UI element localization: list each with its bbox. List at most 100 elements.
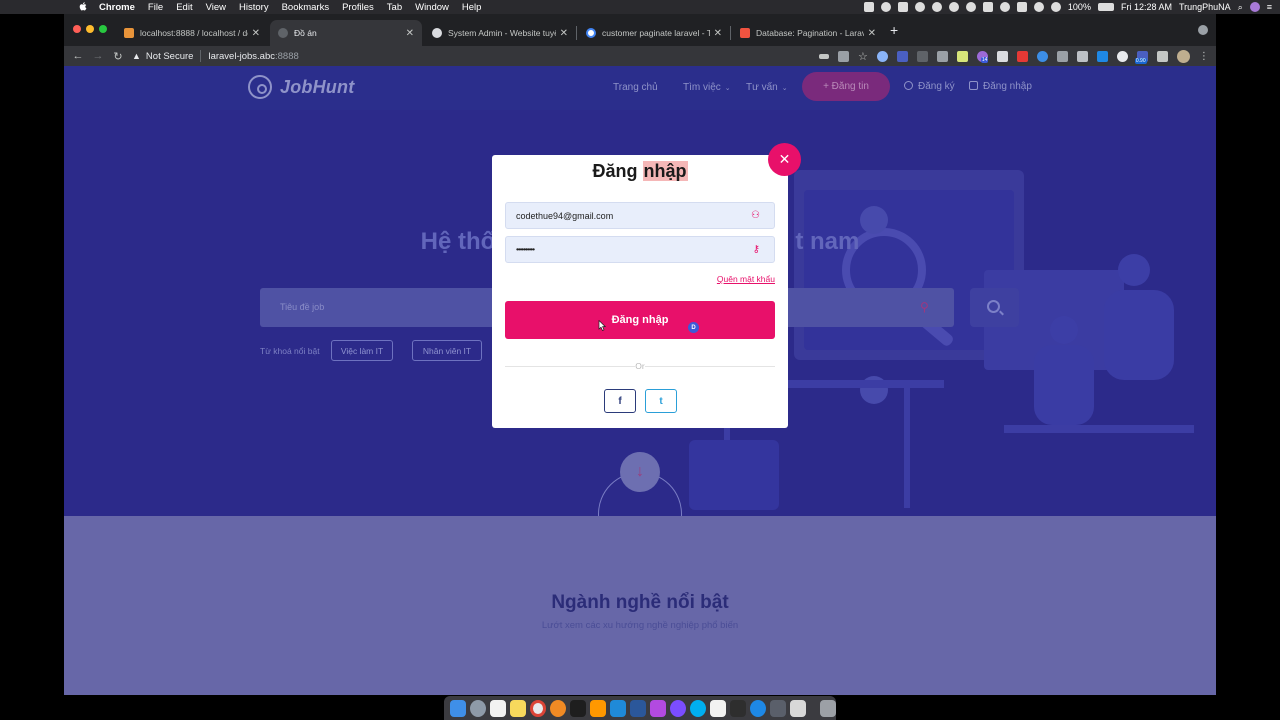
firefox-icon[interactable] xyxy=(550,699,567,717)
tab-system-admin[interactable]: System Admin - Website tuyển ✕ xyxy=(424,20,576,46)
profile-avatar[interactable] xyxy=(1176,50,1190,63)
menu-bookmarks[interactable]: Bookmarks xyxy=(282,2,330,13)
keyword-pill[interactable]: Nhân viên IT xyxy=(412,340,482,361)
status-check-icon[interactable] xyxy=(880,2,891,12)
launchpad-icon[interactable] xyxy=(469,699,486,717)
address-bar[interactable]: ▲ Not Secure laravel-jobs.abc :8888 xyxy=(132,47,822,65)
close-window-icon[interactable] xyxy=(73,25,81,33)
extension-fx-icon[interactable] xyxy=(916,51,928,62)
tab-do-an[interactable]: Đồ án ✕ xyxy=(270,20,422,46)
password-field[interactable]: •••••••••• ⚷ xyxy=(505,236,775,263)
key-icon[interactable] xyxy=(819,54,829,59)
siri-icon[interactable] xyxy=(1249,2,1260,12)
nav-login[interactable]: Đăng nhập xyxy=(969,81,1032,92)
forgot-password-link[interactable]: Quên mật khẩu xyxy=(717,274,775,284)
tab-google-search[interactable]: customer paginate laravel - Tì ✕ xyxy=(578,20,730,46)
menu-profiles[interactable]: Profiles xyxy=(342,2,374,13)
nav-jobs[interactable]: Tìm việc ⌄ xyxy=(683,82,731,93)
extensions-puzzle-icon[interactable] xyxy=(1156,51,1168,62)
menu-window[interactable]: Window xyxy=(415,2,449,13)
skype-icon[interactable] xyxy=(690,699,707,717)
screenshot-icon[interactable] xyxy=(790,699,807,717)
slack-icon[interactable] xyxy=(710,699,727,717)
iterm-icon[interactable] xyxy=(730,699,747,717)
phpstorm-icon[interactable] xyxy=(650,699,667,717)
extension-camera-icon[interactable] xyxy=(996,51,1008,62)
status-gauge-icon[interactable] xyxy=(965,2,976,12)
status-volume-icon[interactable] xyxy=(1016,2,1027,12)
status-dropbox-icon[interactable] xyxy=(999,2,1010,12)
tab-close-icon[interactable]: ✕ xyxy=(714,28,722,39)
translate-icon[interactable] xyxy=(838,51,849,62)
status-e-icon[interactable] xyxy=(897,2,908,12)
twitter-login-button[interactable]: t xyxy=(645,389,677,413)
status-vpn-icon[interactable] xyxy=(914,2,925,12)
extension-d-icon[interactable] xyxy=(896,51,908,62)
status-sync-icon[interactable] xyxy=(931,2,942,12)
extension-sync-icon[interactable] xyxy=(876,51,888,62)
search-button[interactable] xyxy=(970,288,1019,327)
adblock-icon[interactable] xyxy=(1016,51,1028,62)
menubar-clock[interactable]: Fri 12:28 AM xyxy=(1121,2,1172,12)
control-center-icon[interactable]: ≡ xyxy=(1267,2,1272,12)
menu-tab[interactable]: Tab xyxy=(387,2,402,13)
reload-button[interactable]: ↻ xyxy=(108,50,128,63)
calendar-icon[interactable] xyxy=(489,699,506,717)
menu-view[interactable]: View xyxy=(206,2,226,13)
extension-g-icon[interactable] xyxy=(1116,51,1128,62)
trash-icon[interactable] xyxy=(820,699,837,717)
new-tab-button[interactable]: + xyxy=(890,22,898,38)
keyword-pill[interactable]: Việc làm IT xyxy=(331,340,393,361)
tab-close-icon[interactable]: ✕ xyxy=(406,28,414,39)
nav-register[interactable]: Đăng ký xyxy=(904,81,955,92)
tab-close-icon[interactable]: ✕ xyxy=(252,28,260,39)
facebook-login-button[interactable]: f xyxy=(604,389,636,413)
extension-speed-icon[interactable]: 0.90 xyxy=(1134,51,1148,64)
word-icon[interactable] xyxy=(630,699,647,717)
nav-consult[interactable]: Tư vấn ⌄ xyxy=(746,82,788,93)
network-icon[interactable] xyxy=(770,699,787,717)
apple-icon[interactable] xyxy=(78,1,88,12)
minimize-window-icon[interactable] xyxy=(86,25,94,33)
wifi-icon[interactable] xyxy=(1050,2,1061,12)
menu-edit[interactable]: Edit xyxy=(176,2,192,13)
back-button[interactable]: ← xyxy=(68,50,88,62)
finder-icon[interactable] xyxy=(450,699,466,717)
menu-app-chrome[interactable]: Chrome xyxy=(99,2,135,13)
login-submit-button[interactable]: Đăng nhập xyxy=(505,301,775,339)
notes-icon[interactable] xyxy=(509,699,526,717)
tab-laravel-docs[interactable]: Database: Pagination - Laravel ✕ xyxy=(732,20,884,46)
location-pin-icon[interactable]: ⚲ xyxy=(920,300,929,314)
chrome-menu-icon[interactable]: ⋮ xyxy=(1199,51,1209,62)
extension-purple-icon[interactable]: 14 xyxy=(976,51,989,63)
status-shield-icon[interactable] xyxy=(982,2,993,12)
extension-o-icon[interactable] xyxy=(936,51,948,62)
status-record-icon[interactable] xyxy=(863,2,874,12)
extension-chat-icon[interactable] xyxy=(1076,51,1088,62)
scroll-down-button[interactable]: ↓ xyxy=(620,452,660,492)
menu-history[interactable]: History xyxy=(239,2,269,13)
forward-button[interactable]: → xyxy=(88,50,108,62)
terminal-icon[interactable] xyxy=(570,699,587,717)
chrome-icon[interactable] xyxy=(529,699,547,717)
battery-icon[interactable] xyxy=(1097,3,1114,11)
tab-close-icon[interactable]: ✕ xyxy=(868,28,876,39)
messenger-icon[interactable] xyxy=(670,699,687,717)
extension-check-icon[interactable] xyxy=(1096,51,1108,62)
zalo-icon[interactable] xyxy=(750,699,767,717)
bluetooth-icon[interactable] xyxy=(1033,2,1044,12)
tab-close-icon[interactable]: ✕ xyxy=(560,28,568,39)
spotlight-icon[interactable]: ⌕ xyxy=(1238,2,1243,13)
extension-vue-icon[interactable] xyxy=(1056,51,1068,62)
tab-search-icon[interactable] xyxy=(1198,25,1208,35)
warning-icon[interactable]: ▲ xyxy=(132,51,141,61)
close-modal-button[interactable]: ✕ xyxy=(768,143,801,176)
bookmark-star-icon[interactable]: ☆ xyxy=(858,50,868,63)
email-field[interactable]: codethue94@gmail.com ⚇ xyxy=(505,202,775,229)
post-job-button[interactable]: + Đăng tin xyxy=(802,72,890,101)
menu-file[interactable]: File xyxy=(148,2,163,13)
maximize-window-icon[interactable] xyxy=(99,25,107,33)
extension-eyedropper-icon[interactable] xyxy=(956,51,968,62)
status-eye-icon[interactable] xyxy=(948,2,959,12)
tab-phpmyadmin[interactable]: localhost:8888 / localhost / dc ✕ xyxy=(116,20,268,46)
